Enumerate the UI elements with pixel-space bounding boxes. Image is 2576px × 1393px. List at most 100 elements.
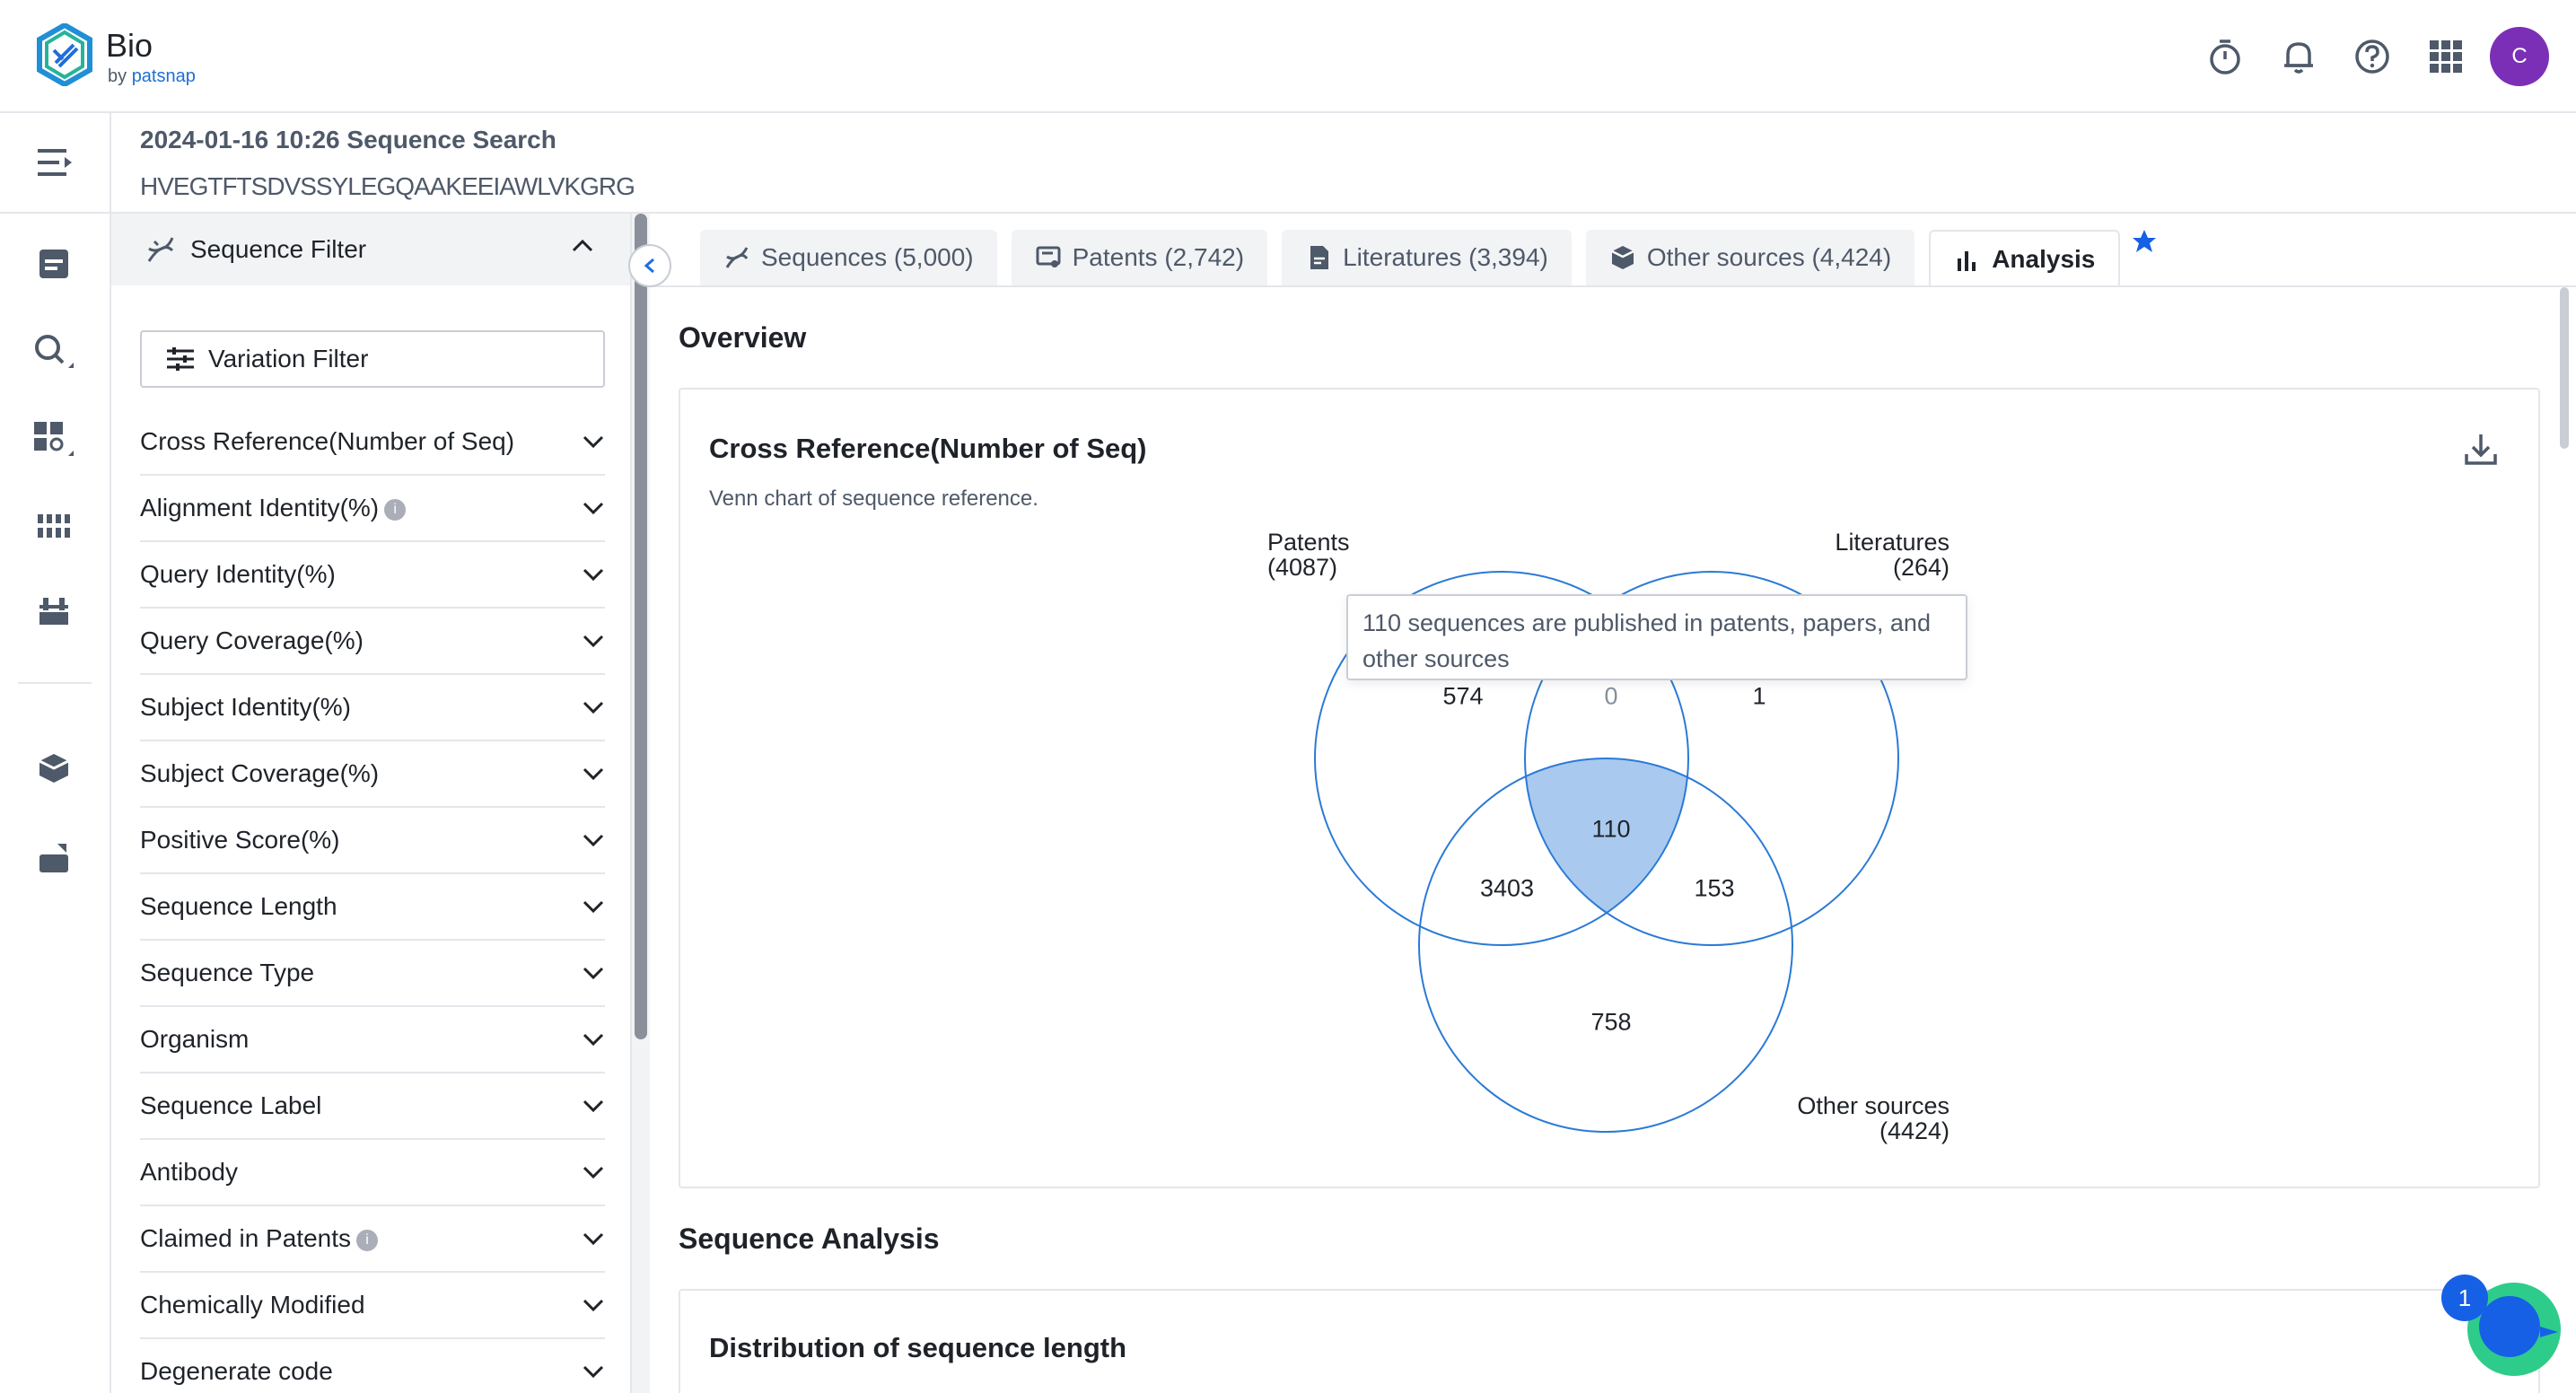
saved-nav-icon[interactable] <box>27 237 81 291</box>
tab-document[interactable]: Literatures (3,394) <box>1282 230 1572 285</box>
filter-row[interactable]: Claimed in Patentsi <box>140 1206 605 1273</box>
filter-row[interactable]: Antibody <box>140 1140 605 1206</box>
filter-row-label: Cross Reference(Number of Seq) <box>140 427 514 455</box>
filter-row[interactable]: Chemically Modified <box>140 1273 605 1339</box>
cube-nav-icon[interactable] <box>27 741 81 795</box>
variation-filter-button[interactable]: Variation Filter <box>140 330 605 388</box>
chevron-down-icon[interactable] <box>582 1364 605 1379</box>
filter-row[interactable]: Sequence Label <box>140 1073 605 1140</box>
app-name: Bio <box>106 27 153 65</box>
rail-divider <box>18 682 92 684</box>
chevron-up-icon[interactable] <box>571 239 594 253</box>
chevron-down-icon[interactable] <box>582 899 605 914</box>
chevron-down-icon[interactable] <box>582 966 605 980</box>
filter-row-label: Sequence Label <box>140 1091 321 1119</box>
filter-row-label: Query Coverage(%) <box>140 626 364 654</box>
filter-row[interactable]: Cross Reference(Number of Seq) <box>140 409 605 476</box>
tab-bar-chart[interactable]: Analysis <box>1929 230 2120 287</box>
filter-row[interactable]: Subject Identity(%) <box>140 675 605 741</box>
sequence-tools-nav-icon[interactable] <box>27 499 81 553</box>
main-scrollbar-thumb[interactable] <box>2560 287 2569 449</box>
sequence-filter-header[interactable]: Sequence Filter <box>111 214 630 285</box>
overview-title: Overview <box>679 321 806 355</box>
menu-toggle-icon[interactable] <box>0 113 111 214</box>
star-icon[interactable] <box>2131 228 2158 255</box>
tab-label: Patents (2,742) <box>1073 243 1244 272</box>
filter-row[interactable]: Organism <box>140 1007 605 1073</box>
filter-row-label: Subject Coverage(%) <box>140 759 379 787</box>
filter-row[interactable]: Subject Coverage(%) <box>140 741 605 808</box>
filter-row[interactable]: Degenerate code <box>140 1339 605 1393</box>
chevron-down-icon[interactable] <box>582 1298 605 1312</box>
user-avatar[interactable]: C <box>2490 27 2549 86</box>
chevron-down-icon[interactable] <box>582 767 605 781</box>
cross-reference-title: Cross Reference(Number of Seq) <box>709 433 1147 465</box>
chevron-down-icon[interactable] <box>582 434 605 449</box>
filter-list: Cross Reference(Number of Seq) Alignment … <box>140 409 605 1393</box>
app-logo[interactable]: Bio by patsnap <box>36 23 215 86</box>
filter-row-label: Organism <box>140 1025 249 1053</box>
chevron-down-icon[interactable] <box>582 1165 605 1179</box>
tab-label: Sequences (5,000) <box>761 243 974 272</box>
chevron-down-icon[interactable] <box>582 1032 605 1047</box>
filter-row-label-wrap: Subject Identity(%) <box>140 693 351 722</box>
hexagon-logo-icon <box>36 23 93 86</box>
search-header: 2024-01-16 10:26 Sequence Search HVEGTFT… <box>140 126 635 201</box>
filter-row[interactable]: Alignment Identity(%)i <box>140 476 605 542</box>
tab-dna[interactable]: Sequences (5,000) <box>700 230 997 285</box>
app-byline: by patsnap <box>108 66 196 87</box>
lab-nav-icon[interactable] <box>27 583 81 637</box>
download-icon[interactable] <box>2461 429 2501 469</box>
filter-row[interactable]: Sequence Length <box>140 874 605 941</box>
collapse-panel-button[interactable] <box>628 244 671 287</box>
chevron-down-icon[interactable] <box>582 1231 605 1246</box>
venn-label-literatures-name: Literatures <box>1795 530 1950 555</box>
patent-icon <box>1035 244 1062 271</box>
tab-label: Literatures (3,394) <box>1343 243 1548 272</box>
filter-row-label: Query Identity(%) <box>140 560 336 588</box>
chevron-down-icon[interactable] <box>582 700 605 714</box>
venn-value-literatures-other: 153 <box>1694 875 1734 903</box>
cube-icon <box>1609 244 1636 271</box>
dashboard-nav-icon[interactable] <box>27 413 81 467</box>
info-icon[interactable]: i <box>384 499 406 521</box>
filter-scrollbar[interactable] <box>632 214 650 1393</box>
filter-row[interactable]: Query Identity(%) <box>140 542 605 609</box>
search-nav-icon[interactable] <box>27 325 81 379</box>
filter-row-label-wrap: Query Coverage(%) <box>140 626 364 655</box>
chevron-down-icon[interactable] <box>582 833 605 847</box>
filter-row[interactable]: Query Coverage(%) <box>140 609 605 675</box>
timer-icon[interactable] <box>2195 27 2255 86</box>
inbox-nav-icon[interactable] <box>27 831 81 885</box>
tab-cube[interactable]: Other sources (4,424) <box>1586 230 1914 285</box>
venn-label-other-name: Other sources <box>1770 1093 1950 1118</box>
venn-label-literatures: Literatures (264) <box>1795 530 1950 580</box>
chevron-down-icon[interactable] <box>582 1099 605 1113</box>
filter-row[interactable]: Positive Score(%) <box>140 808 605 874</box>
filter-row-label-wrap: Cross Reference(Number of Seq) <box>140 427 514 456</box>
apps-grid-icon[interactable] <box>2416 27 2475 86</box>
distribution-title: Distribution of sequence length <box>709 1332 1126 1364</box>
bell-icon[interactable] <box>2269 27 2328 86</box>
chevron-down-icon[interactable] <box>582 567 605 582</box>
cross-reference-subtitle: Venn chart of sequence reference. <box>709 486 1038 512</box>
main-scrollbar[interactable] <box>2560 287 2571 1393</box>
help-icon[interactable] <box>2343 27 2402 86</box>
dna-icon <box>723 244 750 271</box>
filter-row-label-wrap: Chemically Modified <box>140 1291 365 1319</box>
filter-row-label: Positive Score(%) <box>140 826 340 854</box>
chevron-down-icon[interactable] <box>582 634 605 648</box>
tab-label: Other sources (4,424) <box>1647 243 1891 272</box>
result-tabs: Sequences (5,000) Patents (2,742) Literatu… <box>700 230 2134 285</box>
chevron-down-icon[interactable] <box>582 501 605 515</box>
venn-label-patents-name: Patents <box>1267 530 1350 555</box>
tab-patent[interactable]: Patents (2,742) <box>1012 230 1267 285</box>
filter-row[interactable]: Sequence Type <box>140 941 605 1007</box>
sliders-icon <box>165 346 196 372</box>
dna-icon <box>144 232 178 267</box>
info-icon[interactable]: i <box>356 1230 378 1251</box>
filter-scrollbar-thumb[interactable] <box>635 214 647 1039</box>
assistant-notification-badge: 1 <box>2441 1275 2488 1321</box>
tab-label: Analysis <box>1992 245 2095 274</box>
filter-row-label-wrap: Alignment Identity(%)i <box>140 494 406 522</box>
